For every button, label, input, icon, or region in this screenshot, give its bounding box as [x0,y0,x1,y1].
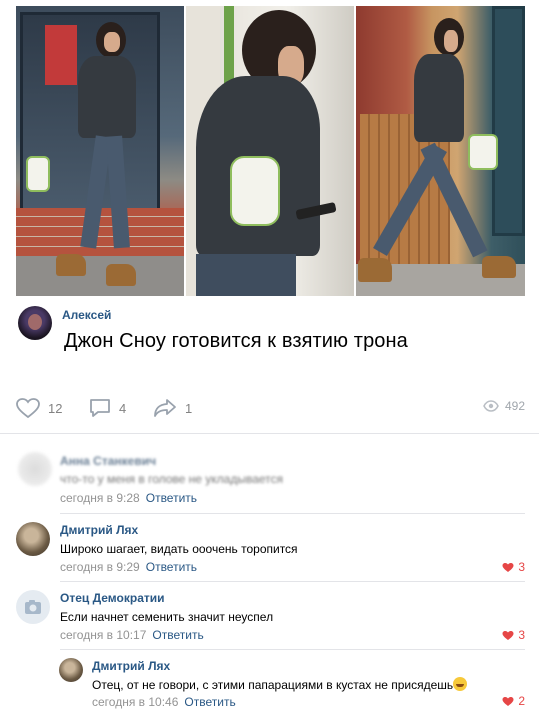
comment-like-count: 3 [518,628,525,642]
comment-avatar[interactable] [16,590,50,624]
photo-panel-left[interactable] [16,6,184,296]
like-button[interactable]: 12 [16,398,62,418]
comment-text: Широко шагает, видать ооочень торопится [60,542,298,556]
comment-button[interactable]: 4 [89,398,126,418]
comment-like-count: 3 [518,560,525,574]
views-count: 492 [504,399,525,413]
post-photo-collage[interactable] [16,6,525,296]
post-text: Джон Сноу готовится к взятию трона [64,330,408,352]
comment-author[interactable]: Дмитрий Лях [92,659,170,673]
comment-like-button[interactable]: 3 [502,628,525,642]
comment-text: что-то у меня в голове не укладывается [60,472,284,486]
comment-avatar[interactable] [18,452,52,486]
photo-panel-middle[interactable] [186,6,354,296]
boot [56,254,86,276]
comment-divider [60,513,525,514]
toilet-paper-pack [468,134,498,170]
reply-button[interactable]: Ответить [184,695,235,709]
post-actions: 12 4 1 492 [16,398,525,418]
grinning-emoji-icon [453,677,468,691]
comment-author[interactable]: Анна Станкевич [60,454,156,468]
person-torso [78,56,136,138]
comment-date: сегодня в 10:17 [60,628,147,642]
share-icon [154,399,176,417]
reply-button[interactable]: Ответить [152,628,203,642]
comment-author[interactable]: Дмитрий Лях [60,523,138,537]
comment-text: Отец, от не говори, с этими папарациями … [92,677,468,692]
comment-avatar[interactable] [59,658,83,682]
camera-icon [25,600,41,614]
comment-reply-item: Дмитрий Лях Отец, от не говори, с этими … [14,656,525,712]
post-divider [0,433,539,434]
comment-like-button[interactable]: 3 [502,560,525,574]
comment-divider [60,581,525,582]
comment-text: Если начнет семенить значит неуспел [60,610,274,624]
comment-avatar[interactable] [16,522,50,556]
heart-icon [502,562,514,572]
comment-like-button[interactable]: 2 [502,694,525,708]
eye-icon [483,400,499,412]
comment-like-count: 2 [518,694,525,708]
comment-divider [60,649,525,650]
comment-meta: сегодня в 10:17 Ответить [60,628,204,642]
person-jeans [196,254,296,296]
toilet-paper-pack [26,156,50,192]
post-author-avatar[interactable] [18,306,52,340]
comment-item: Анна Станкевич что-то у меня в голове не… [14,452,525,508]
person-face [444,30,458,52]
comment-item: Отец Демократии Если начнет семенить зна… [14,589,525,645]
comment-item: Дмитрий Лях Широко шагает, видать ооочен… [14,521,525,577]
toilet-paper-pack [230,156,280,226]
share-count: 1 [185,400,193,416]
comment-date: сегодня в 9:29 [60,560,140,574]
heart-icon [502,630,514,640]
reply-button[interactable]: Ответить [146,560,197,574]
comment-icon [90,399,110,417]
post-author-name[interactable]: Алексей [62,308,111,322]
like-count: 12 [48,400,63,416]
heart-icon [16,398,40,418]
shop-sign [45,25,77,85]
boot [358,258,392,282]
photo-panel-right[interactable] [356,6,525,296]
comment-text-content: Отец, от не говори, с этими папарациями … [92,678,454,692]
boot [482,256,516,278]
comment-date: сегодня в 10:46 [92,695,179,709]
comment-meta: сегодня в 10:46 Ответить [92,695,236,709]
share-button[interactable]: 1 [153,398,192,418]
person-face [104,32,120,52]
views-counter: 492 [483,399,525,413]
pavement [16,256,184,296]
reply-button[interactable]: Ответить [146,491,197,505]
comment-meta: сегодня в 9:29 Ответить [60,560,197,574]
heart-icon [502,696,514,706]
comment-meta: сегодня в 9:28 Ответить [60,491,197,505]
door [492,6,525,236]
comment-date: сегодня в 9:28 [60,491,140,505]
comment-author[interactable]: Отец Демократии [60,591,165,605]
boot [106,264,136,286]
comment-count: 4 [119,400,127,416]
person-torso [414,54,464,142]
